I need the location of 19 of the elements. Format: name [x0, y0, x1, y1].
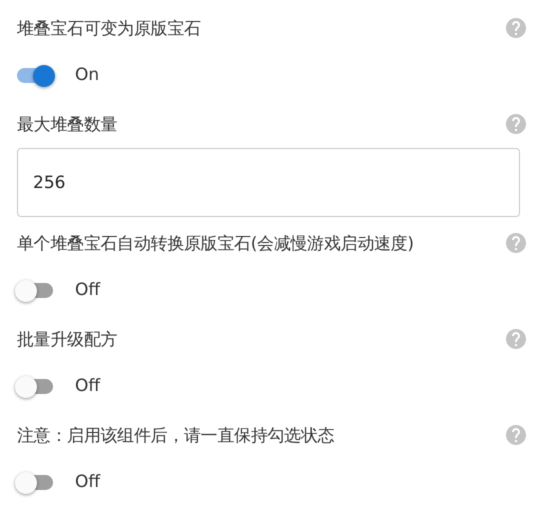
toggle-state-label: Off	[75, 472, 100, 492]
setting-label: 堆叠宝石可变为原版宝石	[17, 18, 201, 40]
setting-label: 批量升级配方	[17, 328, 118, 350]
toggle-switch[interactable]	[17, 280, 53, 300]
setting-label: 注意：启用该组件后，请一直保持勾选状态	[17, 424, 334, 446]
help-icon[interactable]	[504, 327, 528, 351]
number-input-field[interactable]: 256	[17, 148, 520, 217]
toggle-switch[interactable]	[17, 472, 53, 492]
setting-label: 最大堆叠数量	[17, 114, 118, 136]
help-icon[interactable]	[504, 423, 528, 447]
help-icon[interactable]	[504, 16, 528, 40]
toggle-switch[interactable]	[17, 376, 53, 396]
toggle-switch[interactable]	[17, 64, 53, 86]
setting-label: 单个堆叠宝石自动转换原版宝石(会减慢游戏启动速度)	[17, 232, 414, 254]
help-icon[interactable]	[504, 112, 528, 136]
help-icon[interactable]	[504, 231, 528, 255]
toggle-state-label: Off	[75, 280, 100, 300]
toggle-state-label: On	[75, 65, 100, 85]
toggle-state-label: Off	[75, 376, 100, 396]
